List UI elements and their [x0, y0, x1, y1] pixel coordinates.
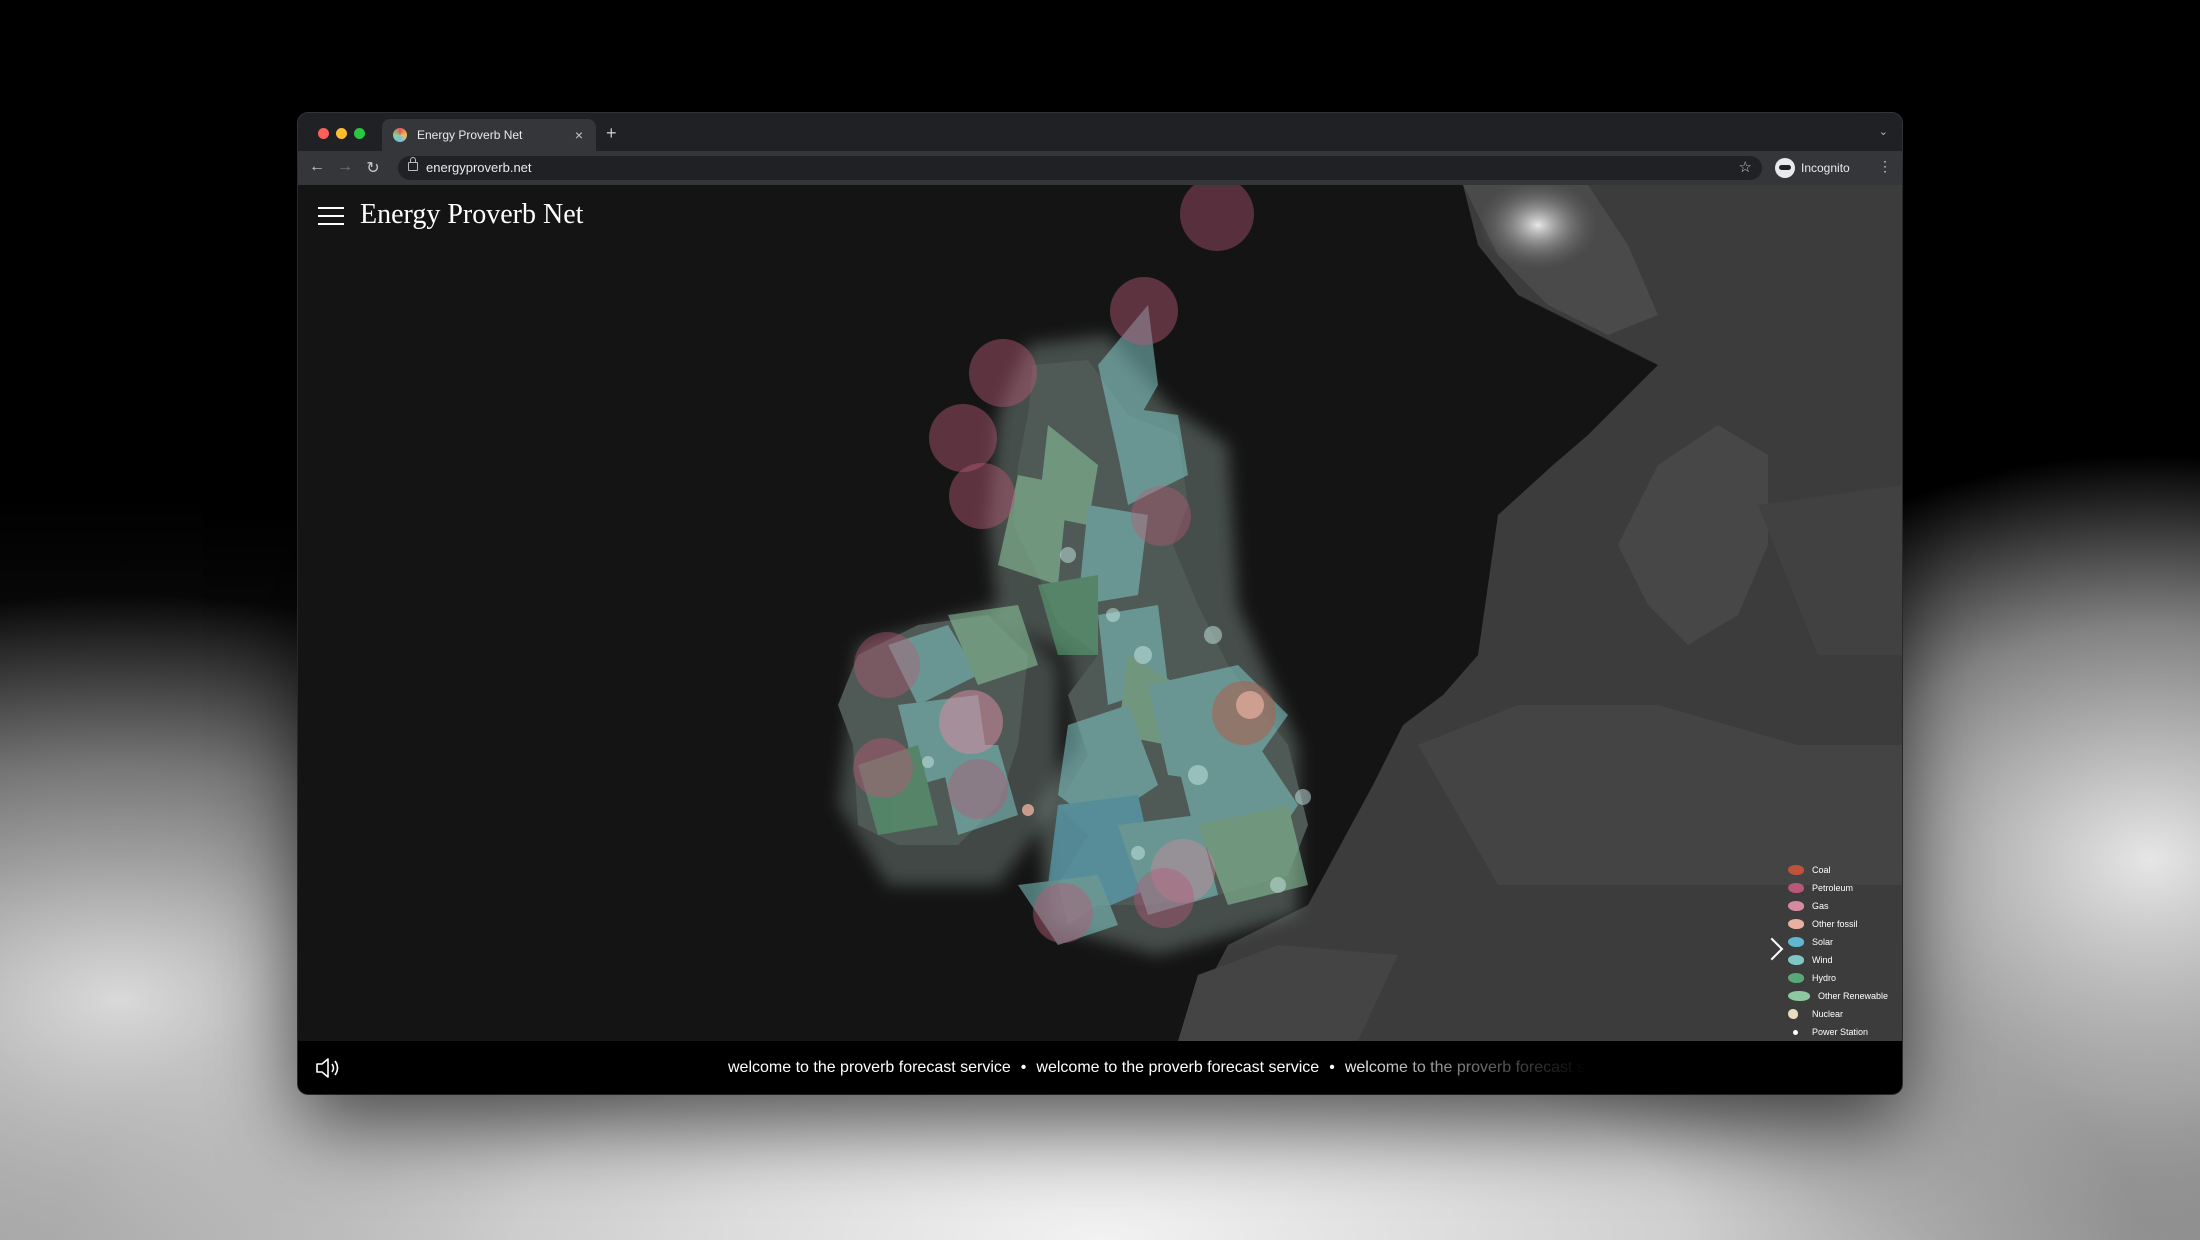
menu-hamburger-icon[interactable]	[318, 207, 344, 225]
speaker-volume-icon[interactable]	[315, 1057, 343, 1079]
incognito-icon	[1775, 158, 1795, 178]
footer-bar: welcome to the proverb forecast service •…	[298, 1041, 1902, 1094]
minimize-window-button[interactable]	[336, 128, 347, 139]
map-legend: Coal Petroleum Gas Other fossil Solar Wi…	[1788, 861, 1902, 1041]
legend-item-power-station: Power Station	[1788, 1023, 1902, 1041]
browser-tab[interactable]: Energy Proverb Net ×	[382, 119, 596, 151]
site-favicon-icon	[393, 128, 407, 142]
map-viewport[interactable]: Energy Proverb Net Coal Petroleum Gas Ot…	[298, 185, 1902, 1041]
power-station-dot-icon	[1793, 1029, 1798, 1035]
legend-item-petroleum: Petroleum	[1788, 879, 1902, 897]
legend-item-other-fossil: Other fossil	[1788, 915, 1902, 933]
reload-button[interactable]: ↻	[362, 158, 384, 178]
gas-swatch-icon	[1788, 901, 1804, 911]
new-tab-button[interactable]: +	[606, 123, 617, 144]
solar-swatch-icon	[1788, 937, 1804, 947]
site-title: Energy Proverb Net	[360, 199, 584, 230]
tab-close-icon[interactable]: ×	[570, 127, 588, 143]
ticker-separator: •	[1020, 1059, 1027, 1076]
bookmark-star-icon[interactable]: ☆	[1739, 158, 1752, 176]
incognito-label: Incognito	[1801, 161, 1850, 175]
other-renewable-swatch-icon	[1788, 991, 1810, 1001]
url-text[interactable]: energyproverb.net	[426, 160, 532, 175]
ticker-message: welcome to the proverb forecast service	[728, 1059, 1011, 1076]
ticker-message: welcome to the proverb forecast service	[1036, 1059, 1320, 1076]
coal-swatch-icon	[1788, 865, 1804, 875]
petroleum-swatch-icon	[1788, 883, 1804, 893]
forward-button[interactable]: →	[334, 158, 356, 176]
ticker-separator: •	[1329, 1059, 1335, 1076]
nuclear-swatch-icon	[1788, 1009, 1798, 1019]
legend-item-hydro: Hydro	[1788, 969, 1902, 987]
legend-item-other-renewable: Other Renewable	[1788, 987, 1902, 1005]
close-window-button[interactable]	[318, 128, 329, 139]
hydro-swatch-icon	[1788, 973, 1804, 983]
legend-item-nuclear: Nuclear	[1788, 1005, 1902, 1023]
message-ticker: welcome to the proverb forecast service •…	[728, 1041, 1588, 1094]
maximize-window-button[interactable]	[354, 128, 365, 139]
incognito-profile-button[interactable]: Incognito	[1775, 156, 1850, 180]
browser-window: Energy Proverb Net × + ⌄ ← → ↻ energypro…	[298, 113, 1902, 1094]
legend-item-wind: Wind	[1788, 951, 1902, 969]
address-bar[interactable]: energyproverb.net ☆	[398, 156, 1762, 180]
lock-icon	[408, 157, 418, 171]
legend-item-solar: Solar	[1788, 933, 1902, 951]
browser-toolbar: ← → ↻ energyproverb.net ☆ Incognito ⋮	[298, 151, 1902, 185]
tab-search-chevron-icon[interactable]: ⌄	[1879, 125, 1888, 138]
other-fossil-swatch-icon	[1788, 919, 1804, 929]
browser-menu-button[interactable]: ⋮	[1878, 159, 1892, 173]
legend-item-coal: Coal	[1788, 861, 1902, 879]
ticker-message: welcome to the proverb forecast service	[1344, 1059, 1588, 1076]
back-button[interactable]: ←	[306, 158, 328, 176]
legend-item-gas: Gas	[1788, 897, 1902, 915]
tab-strip: Energy Proverb Net × + ⌄	[298, 113, 1902, 151]
tab-title: Energy Proverb Net	[417, 128, 523, 142]
energy-map[interactable]	[298, 185, 1902, 1041]
wind-swatch-icon	[1788, 955, 1804, 965]
